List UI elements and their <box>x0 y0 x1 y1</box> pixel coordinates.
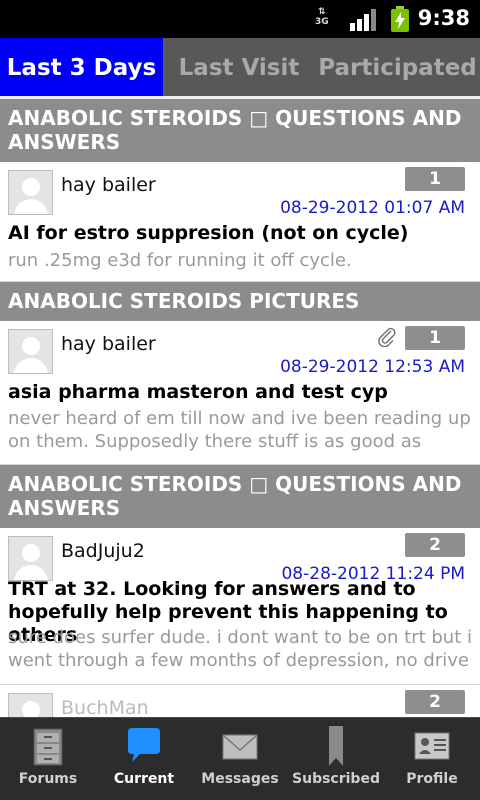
tab-last-3-days[interactable]: Last 3 Days <box>0 38 163 98</box>
network-type-icon: ⇅ 3G <box>315 7 329 27</box>
profile-card-icon <box>414 732 450 760</box>
thread-snippet: never heard of em till now and ive been … <box>8 408 471 452</box>
nav-label: Profile <box>406 771 458 787</box>
thread-item[interactable]: BadJuju2 2 08-28-2012 11:24 PM TRT at 32… <box>0 528 480 685</box>
nav-forums[interactable]: Forums <box>0 718 96 800</box>
battery-charging-icon <box>391 6 409 32</box>
forum-section-header: ANABOLIC STEROIDS □ QUESTIONS AND ANSWER… <box>0 465 480 528</box>
clock: 9:38 <box>417 6 470 30</box>
forum-section-header: ANABOLIC STEROIDS PICTURES <box>0 282 480 321</box>
nav-messages[interactable]: Messages <box>192 718 288 800</box>
nav-label: Messages <box>201 771 279 787</box>
nav-label: Forums <box>18 771 78 787</box>
tab-participated[interactable]: Participated <box>315 38 480 98</box>
thread-item[interactable]: hay bailer 1 08-29-2012 12:53 AM asia ph… <box>0 321 480 465</box>
chat-bubble-icon <box>128 728 160 762</box>
reply-count-badge: 1 <box>405 326 465 350</box>
thread-title: AI for estro suppresion (not on cycle) <box>8 222 409 244</box>
reply-count-badge: 1 <box>405 167 465 191</box>
thread-snippet: run .25mg e3d for running it off cycle. <box>8 250 352 271</box>
avatar <box>8 329 53 374</box>
thread-item[interactable]: hay bailer 1 08-29-2012 01:07 AM AI for … <box>0 162 480 282</box>
avatar <box>8 170 53 215</box>
thread-title: asia pharma masteron and test cyp <box>8 381 388 403</box>
envelope-icon <box>222 734 258 760</box>
post-date: 08-29-2012 01:07 AM <box>280 198 465 218</box>
post-date: 08-29-2012 12:53 AM <box>280 357 465 377</box>
reply-count-badge: 2 <box>405 533 465 557</box>
status-bar: ⇅ 3G 9:38 <box>0 0 480 38</box>
author-name: BadJuju2 <box>61 540 145 562</box>
avatar <box>8 693 53 717</box>
cabinet-icon <box>33 728 63 766</box>
author-name: BuchMan <box>61 697 149 717</box>
reply-count-badge: 2 <box>405 690 465 714</box>
nav-profile[interactable]: Profile <box>384 718 480 800</box>
bottom-navigation: Forums Current Messages Subscribed Profi… <box>0 717 480 800</box>
tab-last-visit[interactable]: Last Visit <box>163 38 315 98</box>
tab-bar: Last 3 Days Last Visit Participated <box>0 38 480 98</box>
nav-label: Current <box>113 771 175 787</box>
signal-strength-icon <box>350 9 376 31</box>
bookmark-icon <box>329 726 343 766</box>
forum-section-header: ANABOLIC STEROIDS □ QUESTIONS AND ANSWER… <box>0 99 480 162</box>
nav-current[interactable]: Current <box>96 718 192 800</box>
avatar <box>8 536 53 581</box>
author-name: hay bailer <box>61 333 156 355</box>
thread-snippet: sure does surfer dude. i dont want to be… <box>8 627 472 671</box>
nav-subscribed[interactable]: Subscribed <box>288 718 384 800</box>
nav-label: Subscribed <box>292 771 380 787</box>
attachment-icon <box>378 327 396 347</box>
thread-list[interactable]: ANABOLIC STEROIDS □ QUESTIONS AND ANSWER… <box>0 99 480 717</box>
author-name: hay bailer <box>61 174 156 196</box>
thread-item[interactable]: BuchMan 2 <box>0 685 480 717</box>
